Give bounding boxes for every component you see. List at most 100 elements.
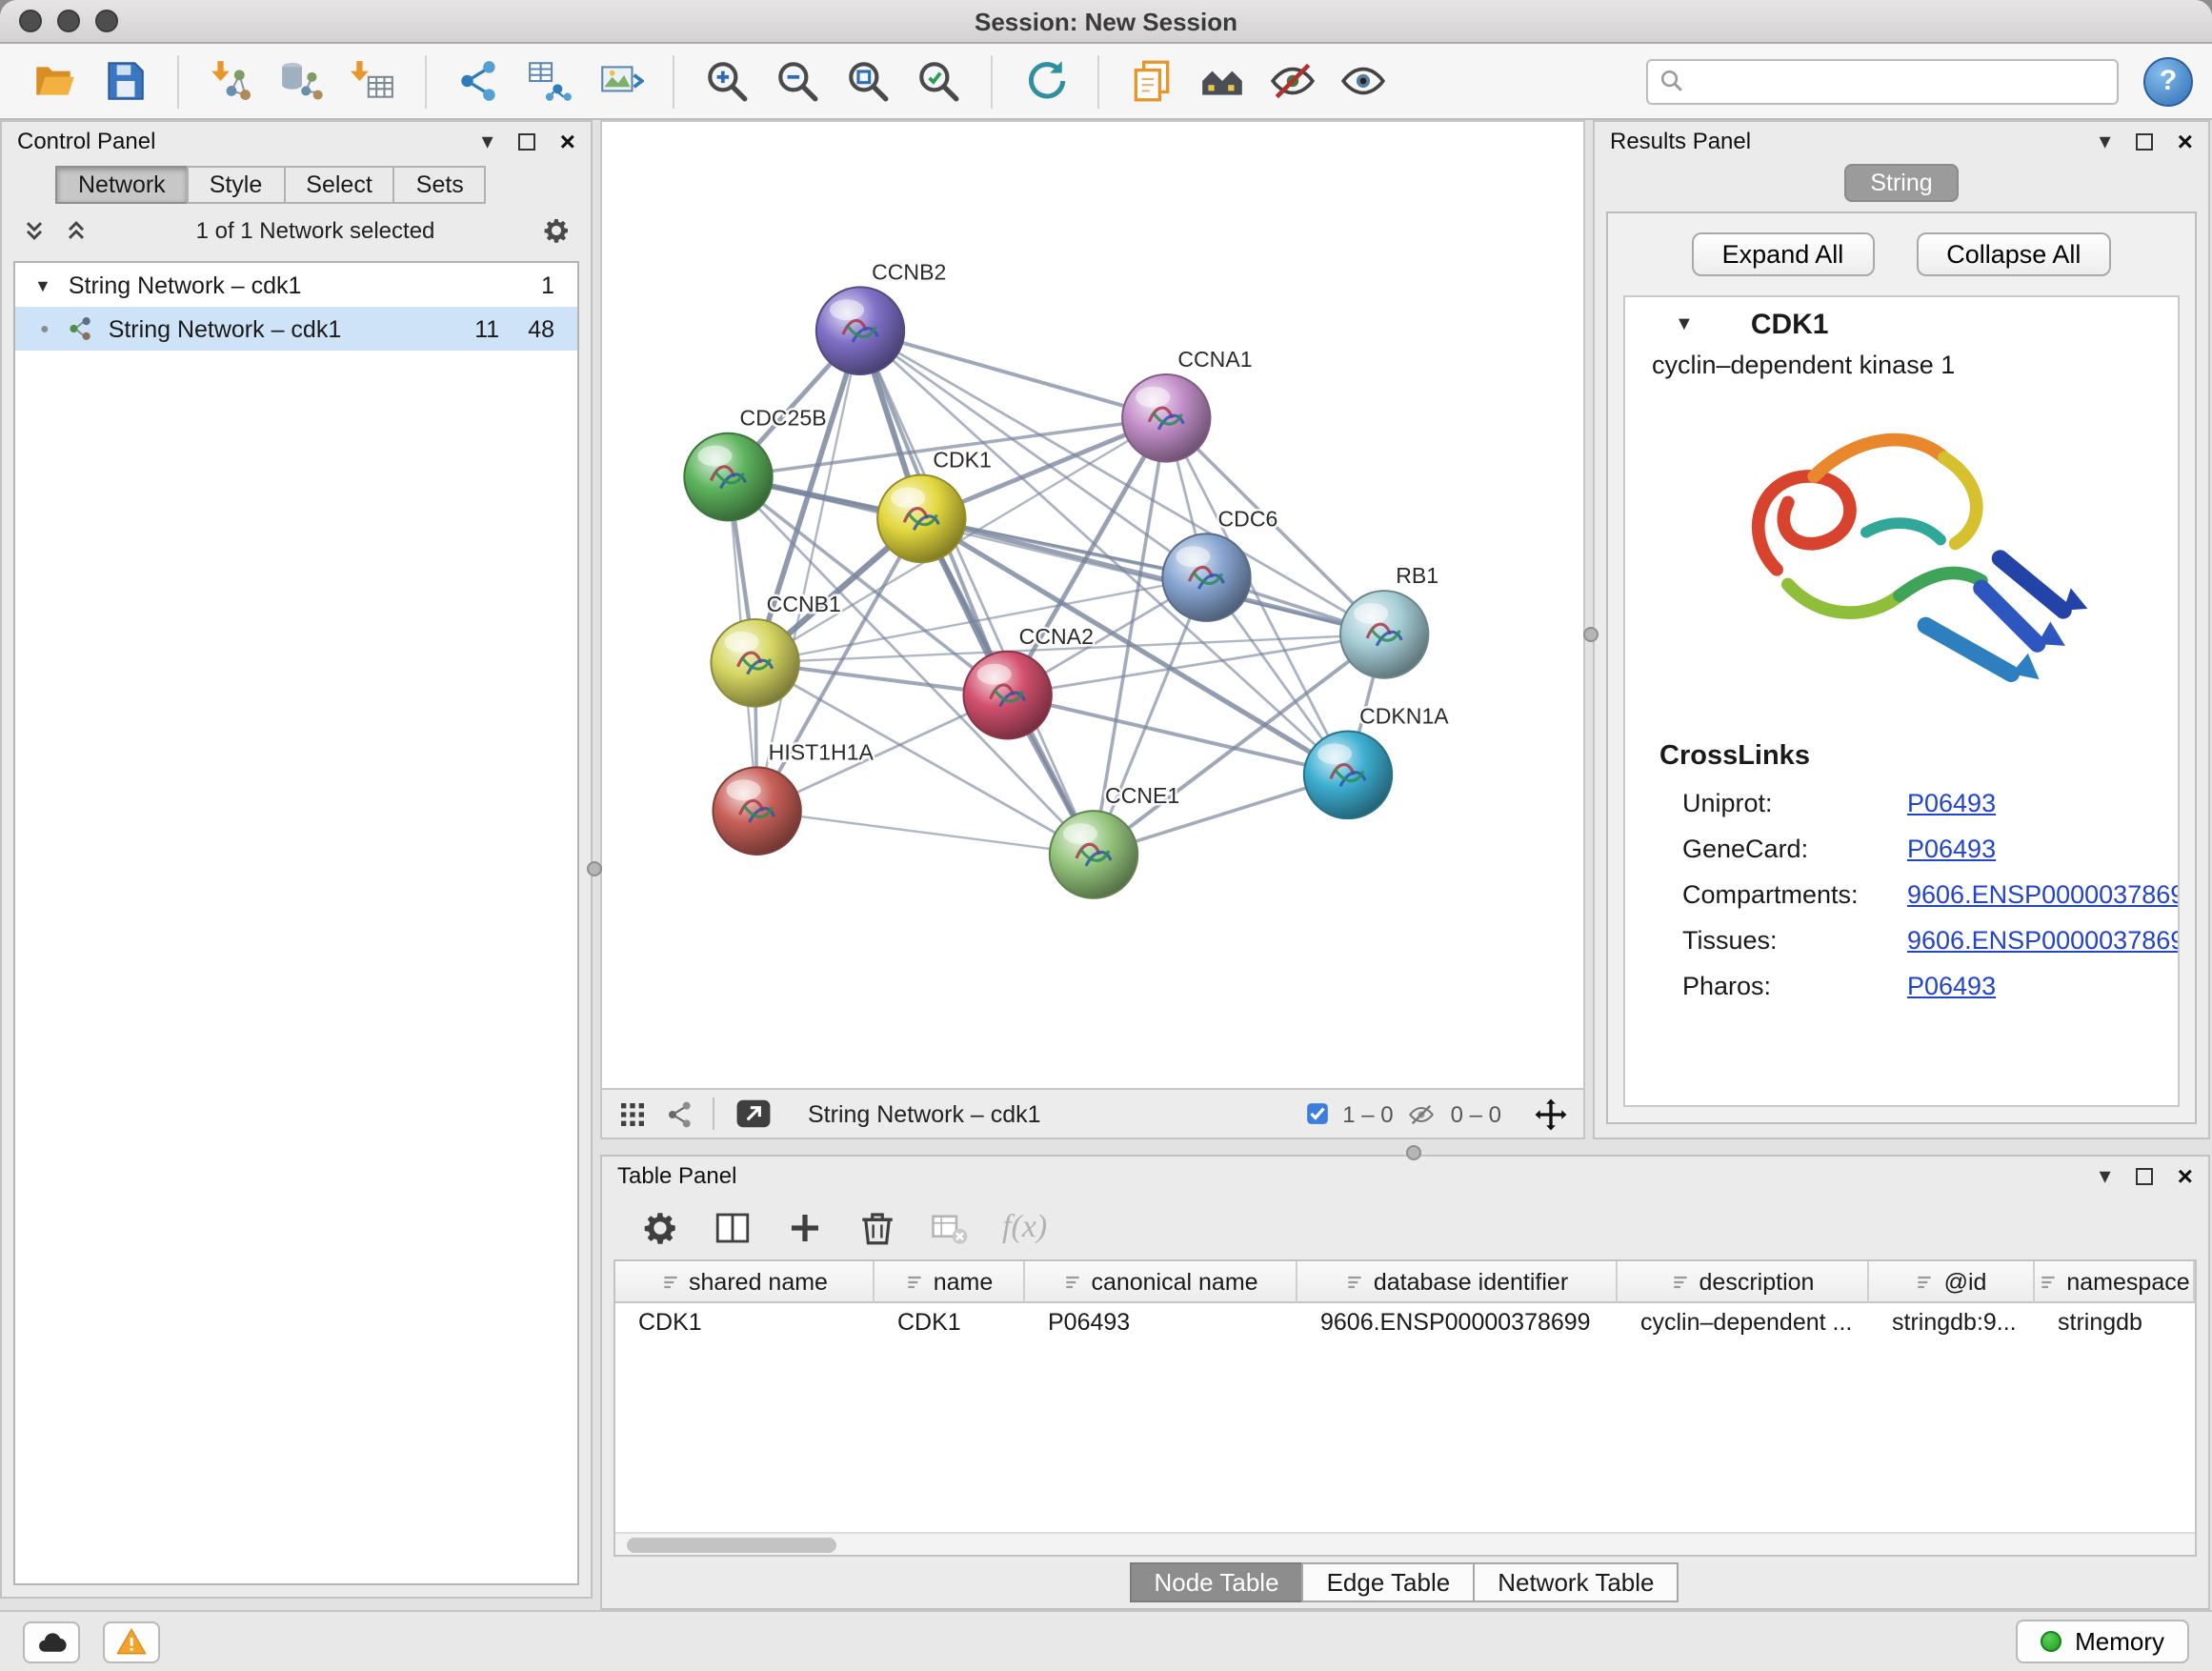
search-input[interactable] (1694, 67, 2105, 95)
cell-database-identifier[interactable]: 9606.ENSP00000378699 (1297, 1303, 1618, 1341)
column-header-canonical-name[interactable]: canonical name (1025, 1261, 1297, 1303)
new-network-button[interactable] (444, 49, 514, 113)
network-collection-row[interactable]: ▼ String Network – cdk1 1 (15, 263, 577, 307)
window-close-button[interactable] (19, 10, 42, 32)
memory-button[interactable]: Memory (2016, 1620, 2189, 1663)
gene-expand-icon[interactable]: ▼ (1675, 313, 1694, 334)
tab-string[interactable]: String (1843, 164, 1959, 202)
panel-menu-caret-icon[interactable]: ▾ (2100, 130, 2111, 152)
panel-float-icon[interactable] (2136, 132, 2153, 150)
tab-edge-table[interactable]: Edge Table (1302, 1562, 1476, 1602)
network-from-table-button[interactable] (514, 49, 585, 113)
hidden-eye-icon[interactable] (1407, 1100, 1438, 1127)
show-all-button[interactable] (1328, 49, 1398, 113)
crosslink-tissues[interactable]: 9606.ENSP00000378699 (1907, 926, 2178, 955)
grid-view-icon[interactable] (617, 1098, 648, 1129)
network-node-cdc25b[interactable] (684, 433, 772, 521)
add-column-icon[interactable] (785, 1207, 825, 1247)
birdseye-view-icon[interactable] (665, 1098, 695, 1129)
cell-description[interactable]: cyclin–dependent ... (1618, 1303, 1869, 1341)
cloud-status-button[interactable] (23, 1621, 80, 1662)
gene-card-header[interactable]: ▼ CDK1 (1625, 297, 2178, 351)
import-network-database-button[interactable] (267, 49, 337, 113)
delete-column-icon[interactable] (857, 1207, 897, 1247)
column-header-namespace[interactable]: namespace (2035, 1261, 2195, 1303)
pan-crosshair-icon[interactable] (1534, 1097, 1568, 1131)
column-header-database-identifier[interactable]: database identifier (1297, 1261, 1618, 1303)
column-header-shared-name[interactable]: shared name (615, 1261, 875, 1303)
hide-selected-button[interactable] (1257, 49, 1328, 113)
cell-namespace[interactable]: stringdb (2035, 1303, 2195, 1341)
network-node-hist1h1a[interactable] (713, 767, 800, 855)
column-header-id[interactable]: @id (1869, 1261, 2035, 1303)
cell-name[interactable]: CDK1 (875, 1303, 1025, 1341)
network-edge[interactable] (757, 811, 1094, 855)
export-image-button[interactable] (585, 49, 655, 113)
browser-home-button[interactable] (1187, 49, 1257, 113)
save-session-button[interactable] (90, 49, 160, 113)
zoom-out-button[interactable] (762, 49, 833, 113)
delete-table-icon[interactable] (930, 1207, 970, 1247)
network-edge[interactable] (1008, 695, 1348, 775)
function-builder-icon[interactable]: f(x) (1002, 1208, 1047, 1246)
panel-menu-caret-icon[interactable]: ▾ (482, 130, 493, 152)
column-header-description[interactable]: description (1618, 1261, 1869, 1303)
network-node-ccna2[interactable] (963, 652, 1051, 739)
zoom-selected-button[interactable] (903, 49, 974, 113)
detach-view-button[interactable] (732, 1096, 775, 1132)
network-node-ccna1[interactable] (1122, 374, 1210, 462)
network-row-selected[interactable]: ● String Network – cdk1 11 48 (15, 307, 577, 351)
open-session-button[interactable] (19, 49, 90, 113)
show-columns-icon[interactable] (713, 1207, 753, 1247)
collapse-all-button[interactable]: Collapse All (1916, 232, 2111, 276)
network-node-ccne1[interactable] (1050, 811, 1137, 898)
network-canvas[interactable]: CCNB2CCNA1CDC25BCDK1CDC6RB1CCNB1CCNA2CDK… (600, 120, 1585, 1090)
tab-select[interactable]: Select (283, 166, 395, 204)
scrollbar-thumb[interactable] (627, 1538, 836, 1553)
collapse-all-icon[interactable] (21, 217, 48, 244)
panel-menu-caret-icon[interactable]: ▾ (2100, 1164, 2111, 1187)
zoom-in-button[interactable] (692, 49, 762, 113)
warnings-button[interactable] (103, 1621, 160, 1662)
network-node-ccnb1[interactable] (711, 619, 798, 707)
import-network-file-button[interactable] (196, 49, 267, 113)
expand-all-icon[interactable] (63, 217, 90, 244)
panel-close-icon[interactable]: × (560, 128, 575, 154)
network-node-cdkn1a[interactable] (1304, 731, 1392, 818)
panel-float-icon[interactable] (2136, 1167, 2153, 1184)
apply-layout-button[interactable] (1010, 49, 1080, 113)
panel-close-icon[interactable]: × (2178, 1162, 2193, 1189)
crosslink-pharos[interactable]: P06493 (1907, 972, 2178, 1000)
network-edge[interactable] (860, 331, 1094, 855)
window-minimize-button[interactable] (57, 10, 80, 32)
tab-sets[interactable]: Sets (393, 166, 487, 204)
crosslink-genecard[interactable]: P06493 (1907, 835, 2178, 863)
crosslink-compartments[interactable]: 9606.ENSP00000378699 (1907, 880, 2178, 909)
cell-id[interactable]: stringdb:9... (1869, 1303, 2035, 1341)
window-zoom-button[interactable] (95, 10, 118, 32)
network-node-cdk1[interactable] (877, 475, 965, 563)
cell-canonical-name[interactable]: P06493 (1025, 1303, 1297, 1341)
column-header-name[interactable]: name (875, 1261, 1025, 1303)
gear-icon[interactable] (541, 215, 572, 246)
network-edge[interactable] (860, 331, 1166, 418)
network-node-ccnb2[interactable] (816, 287, 904, 374)
tab-network[interactable]: Network (55, 166, 189, 204)
table-row[interactable]: CDK1 CDK1 P06493 9606.ENSP00000378699 cy… (615, 1303, 2195, 1341)
duplicate-network-button[interactable] (1116, 49, 1187, 113)
crosslink-uniprot[interactable]: P06493 (1907, 789, 2178, 817)
expand-all-button[interactable]: Expand All (1692, 232, 1875, 276)
panel-float-icon[interactable] (518, 132, 535, 150)
help-button[interactable]: ? (2143, 56, 2193, 106)
table-gear-icon[interactable] (640, 1207, 680, 1247)
tab-node-table[interactable]: Node Table (1129, 1562, 1303, 1602)
selected-checkbox-icon[interactable] (1304, 1101, 1329, 1126)
zoom-fit-button[interactable] (833, 49, 903, 113)
tree-expand-icon[interactable]: ▼ (34, 275, 51, 294)
network-node-cdc6[interactable] (1162, 534, 1250, 621)
tab-network-table[interactable]: Network Table (1473, 1562, 1679, 1602)
import-table-file-button[interactable] (337, 49, 408, 113)
table-horizontal-scrollbar[interactable] (615, 1532, 2195, 1555)
tab-style[interactable]: Style (187, 166, 286, 204)
cell-shared-name[interactable]: CDK1 (615, 1303, 875, 1341)
